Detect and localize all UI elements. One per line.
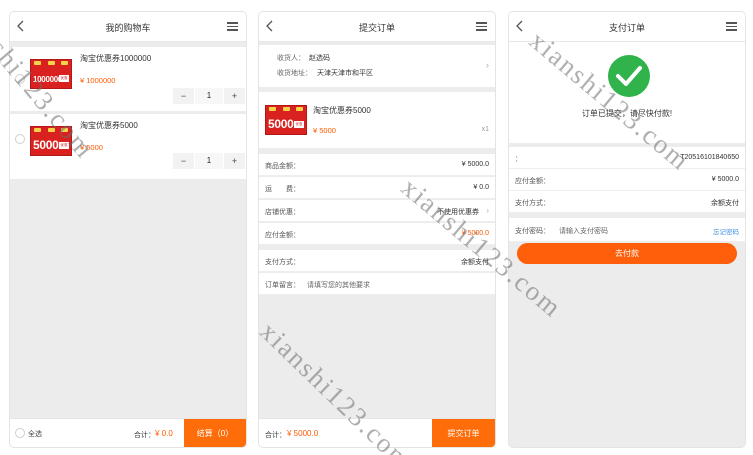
plus-button[interactable]: + — [224, 88, 245, 104]
select-all-checkbox[interactable] — [15, 428, 25, 438]
item-checkbox[interactable] — [15, 134, 25, 144]
forgot-password-link[interactable]: 忘记密码 — [713, 226, 739, 236]
submit-footer: 合计： ¥ 5000.0 提交订单 — [259, 418, 495, 447]
shipping-row: 运 费： ¥ 0.0 — [259, 177, 495, 199]
product-image[interactable]: 5000 优惠券 — [30, 126, 72, 156]
payable-row: 应付金额： ¥ 5000.0 — [259, 223, 495, 245]
total-value: ¥ 5000.0 — [287, 429, 319, 438]
address-value: 天津天津市和平区 — [317, 70, 373, 77]
submit-header: 提交订单 — [259, 12, 495, 42]
success-message: 订单已提交，请尽快付款! — [581, 109, 673, 118]
success-panel: 订单已提交，请尽快付款! — [509, 42, 745, 143]
total-label: 合计： — [134, 432, 155, 439]
order-number-row: ： T20516101840650 — [509, 147, 745, 169]
cart-header: 我的购物车 — [10, 12, 246, 42]
menu-icon[interactable] — [476, 22, 487, 31]
pay-order-screen: 支付订单 订单已提交，请尽快付款! ： T20516101840650 应付金额… — [509, 12, 745, 447]
menu-icon[interactable] — [227, 22, 238, 31]
total-value: ¥ 0.0 — [155, 429, 173, 438]
product-price: ¥ 1000000 — [80, 76, 116, 85]
menu-icon[interactable] — [726, 22, 737, 31]
page-title: 支付订单 — [608, 23, 645, 33]
cart-item: 1000000 优惠券 淘宝优惠券1000000 ¥ 1000000 − 1 + — [10, 47, 246, 111]
minus-button[interactable]: − — [173, 88, 194, 104]
chevron-right-icon: › — [486, 206, 489, 215]
pay-password-row: 支付密码： 请输入支付密码 忘记密码 — [509, 218, 745, 242]
check-circle-icon — [608, 55, 650, 97]
total-label: 合计： — [265, 432, 286, 439]
plus-button[interactable]: + — [224, 153, 245, 169]
store-discount-row[interactable]: 店铺优惠： 不使用优惠券 › — [259, 200, 495, 222]
cart-screen: 我的购物车 1000000 优惠券 淘宝优惠券1000000 ¥ 1000000… — [10, 12, 246, 447]
chevron-right-icon: › — [486, 60, 489, 70]
order-note-input[interactable]: 请填写您的其他要求 — [307, 280, 370, 290]
quantity-value[interactable]: 1 — [195, 153, 223, 169]
order-product: 5000 优惠券 淘宝优惠券5000 ¥ 5000 x1 — [259, 92, 495, 148]
goods-amount-row: 商品金额： ¥ 5000.0 — [259, 154, 495, 176]
address-card[interactable]: 收货人： 赵选码 收货地址： 天津天津市和平区 › — [259, 45, 495, 87]
product-image[interactable]: 1000000 优惠券 — [30, 59, 72, 89]
cart-item: 5000 优惠券 淘宝优惠券5000 ¥ 5000 − 1 + — [10, 114, 246, 179]
product-name[interactable]: 淘宝优惠券1000000 — [80, 53, 151, 64]
product-qty: x1 — [481, 126, 489, 133]
select-all-label[interactable]: 全选 — [28, 429, 42, 439]
submit-order-screen: 提交订单 收货人： 赵选码 收货地址： 天津天津市和平区 › 5000 优惠券 … — [259, 12, 495, 447]
product-price: ¥ 5000 — [80, 143, 103, 152]
page-title: 提交订单 — [358, 23, 395, 33]
recipient-label: 收货人： — [277, 55, 305, 62]
amount-row: 应付金额： ¥ 5000.0 — [509, 169, 745, 191]
checkout-button[interactable]: 结算（0） — [184, 419, 246, 447]
product-image: 5000 优惠券 — [265, 105, 307, 135]
quantity-value[interactable]: 1 — [195, 88, 223, 104]
minus-button[interactable]: − — [173, 153, 194, 169]
cart-footer: 全选 合计： ¥ 0.0 结算（0） — [10, 418, 246, 447]
pay-header: 支付订单 — [509, 12, 745, 42]
product-name[interactable]: 淘宝优惠券5000 — [80, 120, 138, 131]
address-label: 收货地址： — [277, 70, 312, 77]
recipient-value: 赵选码 — [309, 55, 330, 62]
quantity-stepper: − 1 + — [173, 88, 245, 104]
quantity-stepper: − 1 + — [173, 153, 245, 169]
payment-method-row[interactable]: 支付方式： 余额支付 — [509, 191, 745, 213]
product-name: 淘宝优惠券5000 — [313, 106, 371, 115]
submit-order-button[interactable]: 提交订单 — [432, 419, 495, 447]
product-price: ¥ 5000 — [313, 126, 336, 135]
item-checkbox[interactable] — [15, 74, 25, 84]
order-note-row: 订单留言： 请填写您的其他要求 — [259, 273, 495, 295]
payment-method-row[interactable]: 支付方式： 余额支付 — [259, 250, 495, 272]
pay-button[interactable]: 去付款 — [517, 243, 737, 264]
page-title: 我的购物车 — [105, 23, 151, 33]
pay-password-input[interactable]: 请输入支付密码 — [559, 226, 608, 236]
